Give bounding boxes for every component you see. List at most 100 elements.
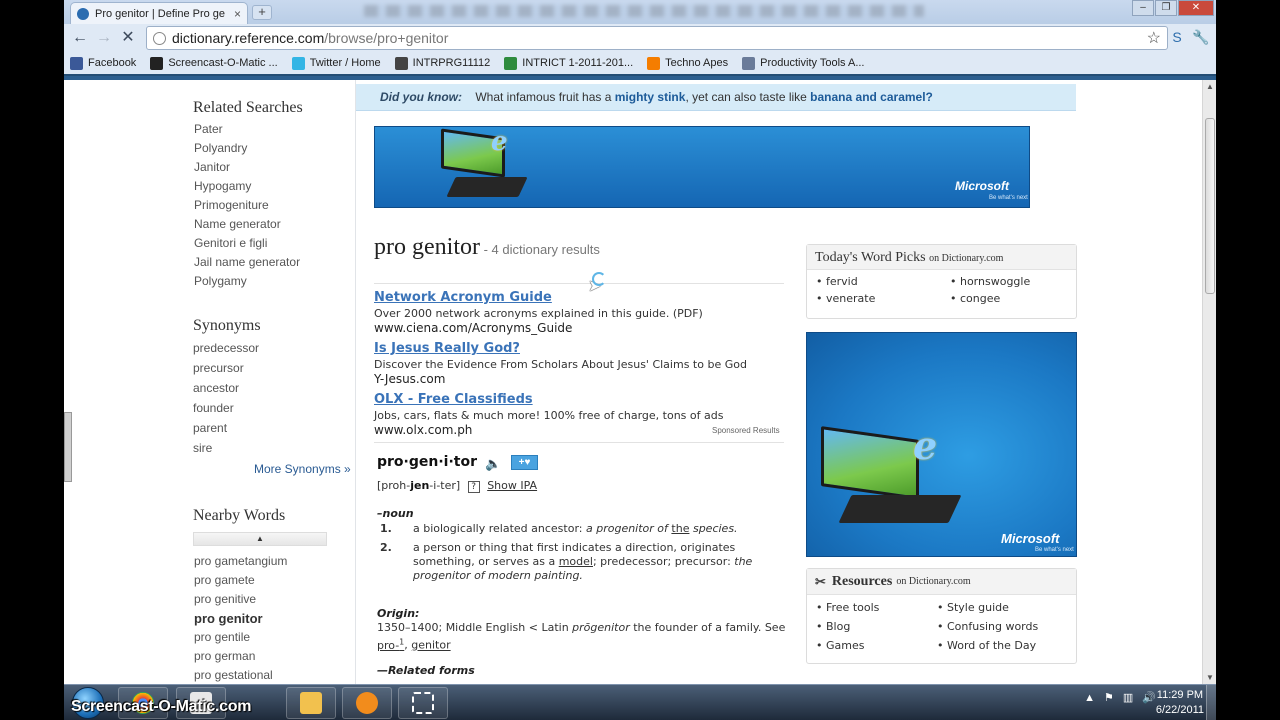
resource-link[interactable]: • Free tools: [816, 601, 937, 614]
synonyms-title: Synonyms: [193, 317, 261, 334]
nearby-word-link[interactable]: pro gametangium: [194, 552, 287, 571]
sponsored-result: Is Jesus Really God? Discover the Eviden…: [374, 341, 794, 386]
add-favorite-button[interactable]: +♥: [511, 455, 538, 470]
banner-ad[interactable]: e Microsoft Be what's next: [374, 126, 1030, 208]
clock[interactable]: 11:29 PM 6/22/2011: [1156, 688, 1204, 718]
bookmark-item[interactable]: Screencast-O-Matic ...: [150, 56, 278, 70]
scroll-up-icon[interactable]: ▲: [1205, 82, 1215, 91]
show-ipa-link[interactable]: Show IPA: [487, 479, 537, 492]
taskbar: Screencast-O-Matic.com ▲ ⚑ ▥ 🔊 11:29 PM …: [64, 684, 1216, 720]
maximize-icon[interactable]: ❐: [1155, 0, 1177, 16]
divider: [374, 442, 784, 443]
resource-link[interactable]: • Blog: [816, 620, 937, 633]
synonym-link[interactable]: predecessor: [193, 338, 259, 358]
related-search-link[interactable]: Hypogamy: [194, 177, 300, 196]
word-link[interactable]: the: [671, 522, 689, 535]
synonym-link[interactable]: precursor: [193, 358, 259, 378]
more-synonyms-link[interactable]: More Synonyms »: [254, 462, 351, 476]
synonym-link[interactable]: ancestor: [193, 378, 259, 398]
sponsored-result-desc: Discover the Evidence From Scholars Abou…: [374, 358, 747, 371]
bookmark-item[interactable]: INTRICT 1-2011-201...: [504, 56, 633, 70]
speaker-icon[interactable]: 🔈: [485, 456, 501, 472]
bookmark-label: Techno Apes: [665, 57, 729, 69]
sponsored-result-url[interactable]: www.ciena.com/Acronyms_Guide: [374, 321, 794, 335]
resource-link[interactable]: • Confusing words: [937, 620, 1067, 633]
page-scrollbar[interactable]: ▲ ▼: [1202, 80, 1216, 684]
skype-icon[interactable]: S: [1168, 28, 1186, 46]
network-icon[interactable]: ▥: [1123, 691, 1133, 704]
synonym-link[interactable]: sire: [193, 438, 259, 458]
bookmark-label: Productivity Tools A...: [760, 57, 865, 69]
word-link[interactable]: pro-1: [377, 637, 404, 652]
word-pick-link[interactable]: • venerate: [816, 292, 950, 305]
did-you-know-label: Did you know:: [380, 90, 462, 104]
nearby-word-link[interactable]: pro genitor: [194, 609, 287, 628]
stop-icon[interactable]: ✕: [116, 26, 140, 50]
related-search-link[interactable]: Pater: [194, 120, 300, 139]
related-search-link[interactable]: Polyandry: [194, 139, 300, 158]
ie-logo-icon: e: [491, 127, 508, 157]
bookmark-item[interactable]: Techno Apes: [647, 56, 729, 70]
word-pick-link[interactable]: • hornswoggle: [950, 275, 1080, 288]
nearby-word-link[interactable]: pro genitive: [194, 590, 287, 609]
sponsored-result-title[interactable]: Network Acronym Guide: [374, 290, 794, 305]
related-search-link[interactable]: Primogeniture: [194, 196, 300, 215]
help-icon[interactable]: ?: [467, 481, 480, 493]
result-count: - 4 dictionary results: [479, 242, 600, 257]
browser-chrome: Pro genitor | Define Pro ge × + – ❐ ✕ ← …: [64, 0, 1216, 80]
resource-link[interactable]: • Style guide: [937, 601, 1067, 614]
related-search-link[interactable]: Name generator: [194, 215, 300, 234]
origin-title: Origin:: [377, 607, 420, 620]
window-close-icon[interactable]: ✕: [1178, 0, 1214, 16]
tab-active[interactable]: Pro genitor | Define Pro ge ×: [70, 2, 248, 24]
nearby-word-link[interactable]: pro gestational: [194, 666, 287, 684]
sponsored-result-title[interactable]: OLX - Free Classifieds: [374, 392, 794, 407]
did-you-know-bar: Did you know: What infamous fruit has a …: [356, 84, 1076, 111]
volume-icon[interactable]: 🔊: [1142, 691, 1156, 704]
show-desktop-button[interactable]: [1206, 685, 1216, 720]
ad-tagline: Be what's next: [989, 195, 1028, 201]
resource-link[interactable]: • Word of the Day: [937, 639, 1067, 652]
flag-icon[interactable]: ⚑: [1104, 691, 1114, 704]
bookmark-item[interactable]: Twitter / Home: [291, 56, 381, 70]
nearby-word-link[interactable]: pro german: [194, 647, 287, 666]
related-searches-list: Pater Polyandry Janitor Hypogamy Primogenitu…: [194, 120, 300, 291]
resource-link[interactable]: • Games: [816, 639, 937, 652]
related-search-link[interactable]: Polygamy: [194, 272, 300, 291]
wrench-icon[interactable]: 🔧: [1192, 28, 1210, 46]
side-ad[interactable]: e Microsoft Be what's next: [806, 332, 1077, 557]
scrollbar-thumb[interactable]: [1205, 118, 1215, 294]
taskbar-media-player[interactable]: [342, 687, 392, 719]
did-you-know-question[interactable]: What infamous fruit has a mighty stink, …: [475, 90, 933, 104]
related-search-link[interactable]: Genitori e figli: [194, 234, 300, 253]
sponsored-result-title[interactable]: Is Jesus Really God?: [374, 341, 794, 356]
url-host: dictionary.reference.com: [172, 30, 325, 46]
synonym-link[interactable]: parent: [193, 418, 259, 438]
address-bar[interactable]: dictionary.reference.com/browse/pro+geni…: [146, 26, 1168, 50]
bookmark-label: Facebook: [88, 57, 137, 69]
bookmark-star-icon[interactable]: ☆: [1147, 28, 1161, 48]
nearby-word-link[interactable]: pro gentile: [194, 628, 287, 647]
nearby-word-link[interactable]: pro gamete: [194, 571, 287, 590]
sponsored-result-url[interactable]: Y-Jesus.com: [374, 372, 794, 386]
synonym-link[interactable]: founder: [193, 398, 259, 418]
back-arrow-icon[interactable]: ←: [68, 26, 92, 50]
related-search-link[interactable]: Janitor: [194, 158, 300, 177]
taskbar-screencast[interactable]: [398, 687, 448, 719]
scroll-down-icon[interactable]: ▼: [1205, 673, 1215, 682]
word-link[interactable]: model: [559, 555, 593, 568]
minimize-icon[interactable]: –: [1132, 0, 1154, 16]
new-tab-button[interactable]: +: [252, 5, 272, 20]
bookmark-item[interactable]: Productivity Tools A...: [742, 56, 865, 70]
bookmark-item[interactable]: Facebook: [70, 56, 137, 70]
tray-expand-icon[interactable]: ▲: [1084, 692, 1095, 704]
word-pick-link[interactable]: • fervid: [816, 275, 950, 288]
forward-arrow-icon[interactable]: →: [92, 26, 116, 50]
related-search-link[interactable]: Jail name generator: [194, 253, 300, 272]
bookmark-item[interactable]: INTRPRG11112: [394, 56, 490, 70]
taskbar-explorer[interactable]: [286, 687, 336, 719]
word-pick-link[interactable]: • congee: [950, 292, 1080, 305]
tab-close-icon[interactable]: ×: [234, 7, 241, 21]
word-link[interactable]: genitor: [411, 639, 450, 652]
scroll-up-button[interactable]: ▲: [193, 532, 327, 546]
